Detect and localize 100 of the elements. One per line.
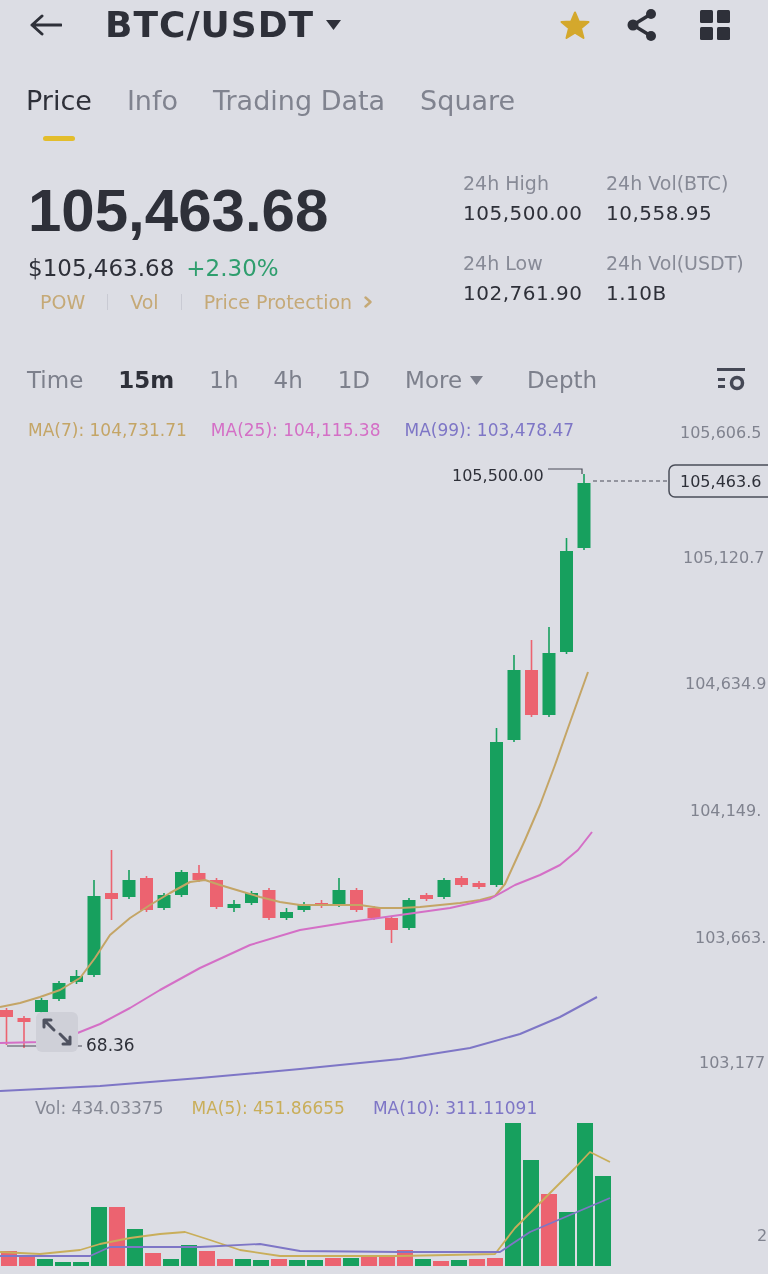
tag-link[interactable]: Vol [130, 290, 159, 314]
tab[interactable]: Square [420, 84, 516, 141]
candle [367, 905, 381, 921]
volume-bar [361, 1257, 377, 1266]
candle [70, 969, 83, 985]
stat-value: 105,500.00 [463, 201, 584, 225]
interval-tab[interactable]: 4h [273, 365, 303, 395]
indicator-label: MA(7): 104,731.71 [28, 419, 187, 441]
volume-bar [271, 1259, 287, 1266]
caret-down-icon [470, 375, 484, 385]
volume-bar [73, 1262, 89, 1266]
interval-tab[interactable]: 1h [209, 365, 239, 395]
interval-tab[interactable]: 1D [337, 365, 371, 395]
volume-bar [181, 1245, 197, 1266]
volume-bar [559, 1212, 575, 1266]
volume-bar [199, 1251, 215, 1266]
price-change: +2.30% [186, 254, 279, 282]
chevron-right-icon [364, 296, 373, 308]
indicator-label: Vol: 434.03375 [35, 1097, 164, 1119]
stat-label: 24h Low [463, 251, 544, 275]
candle [385, 915, 398, 944]
candle [420, 892, 433, 902]
volume-bar [235, 1259, 251, 1266]
stat-label: 24h Vol(BTC) [606, 171, 730, 195]
axis-label: 104,634.9 [685, 674, 767, 693]
volume-bar [379, 1257, 395, 1266]
interval-tab[interactable]: More [405, 365, 484, 395]
candle [472, 880, 486, 890]
share-icon[interactable] [627, 9, 657, 41]
leader-line [547, 468, 583, 475]
candle [17, 1015, 31, 1049]
indicator-label: MA(25): 104,115.38 [210, 419, 381, 441]
stat-value: 10,558.95 [606, 201, 714, 225]
volume-bar [163, 1259, 179, 1266]
axis-label: 104,149. [690, 801, 762, 820]
volume-bar [91, 1207, 107, 1266]
candle [245, 890, 258, 906]
star-icon[interactable] [560, 10, 590, 40]
tab[interactable]: Trading Data [213, 84, 386, 141]
volume-bar [217, 1259, 233, 1266]
indicator-label: MA(99): 103,478.47 [404, 419, 575, 441]
candle [140, 875, 153, 913]
interval-tab[interactable]: Depth [527, 365, 598, 395]
candle [210, 877, 223, 910]
grid-icon[interactable] [700, 10, 730, 40]
volume-bar [433, 1261, 449, 1266]
volume-bar [487, 1258, 503, 1266]
volume-bar [325, 1258, 341, 1266]
candle [35, 997, 48, 1015]
price-tag: 105,463.6 [668, 464, 768, 498]
pair-selector[interactable]: BTC/USDT [105, 3, 342, 47]
volume-bar [451, 1260, 467, 1266]
volume-bar [145, 1253, 161, 1266]
volume-bar [37, 1259, 53, 1266]
volume-bar [109, 1207, 125, 1266]
tab[interactable]: Info [126, 84, 178, 141]
candle [105, 849, 118, 921]
settings-icon[interactable] [717, 368, 745, 392]
stat-value: 1.10B [606, 281, 668, 305]
candle [192, 864, 206, 883]
volume-bar [127, 1229, 143, 1266]
low-price-label: 68.36 [86, 1035, 135, 1055]
volume-bar [469, 1259, 485, 1266]
candle [332, 877, 346, 908]
candle [280, 907, 293, 921]
tag-link[interactable]: POW [40, 290, 86, 314]
stat-label: 24h Vol(USDT) [606, 251, 744, 275]
axis-label: 105,606.5 [680, 423, 762, 442]
tab[interactable]: Price [26, 84, 92, 141]
candle [315, 899, 328, 909]
fiat-price: $105,463.68 [28, 254, 175, 282]
axis-label: 105,120.7 [683, 548, 765, 567]
candle [0, 1007, 13, 1046]
candle [437, 877, 451, 900]
interval-tab[interactable]: Time [27, 365, 84, 395]
candle [227, 899, 241, 913]
high-price-label: 105,500.00 [452, 466, 544, 485]
candle [262, 887, 276, 921]
caret-down-icon [326, 20, 342, 30]
candle [52, 980, 66, 1002]
candle [297, 901, 311, 913]
volume-bar [307, 1260, 323, 1266]
candle [455, 875, 468, 888]
volume-bar [19, 1255, 35, 1266]
indicator-label: MA(10): 311.11091 [372, 1097, 538, 1119]
volume-bar [55, 1262, 71, 1266]
diagonal-arrows-icon[interactable] [36, 1012, 78, 1052]
volume-bar [343, 1258, 359, 1266]
axis-label: 103,177 [699, 1053, 766, 1072]
volume-bar [253, 1260, 269, 1266]
stat-label: 24h High [463, 171, 550, 195]
indicator-label: MA(5): 451.86655 [191, 1097, 345, 1119]
tag-link[interactable]: Price Protection [203, 290, 373, 314]
volume-bar [415, 1259, 431, 1266]
last-price: 105,463.68 [28, 181, 330, 241]
interval-tab[interactable]: 15m [118, 365, 175, 395]
candle [157, 892, 171, 911]
back-arrow-icon[interactable] [30, 14, 62, 36]
candle [122, 869, 136, 900]
axis-label: 103,663. [695, 928, 767, 947]
